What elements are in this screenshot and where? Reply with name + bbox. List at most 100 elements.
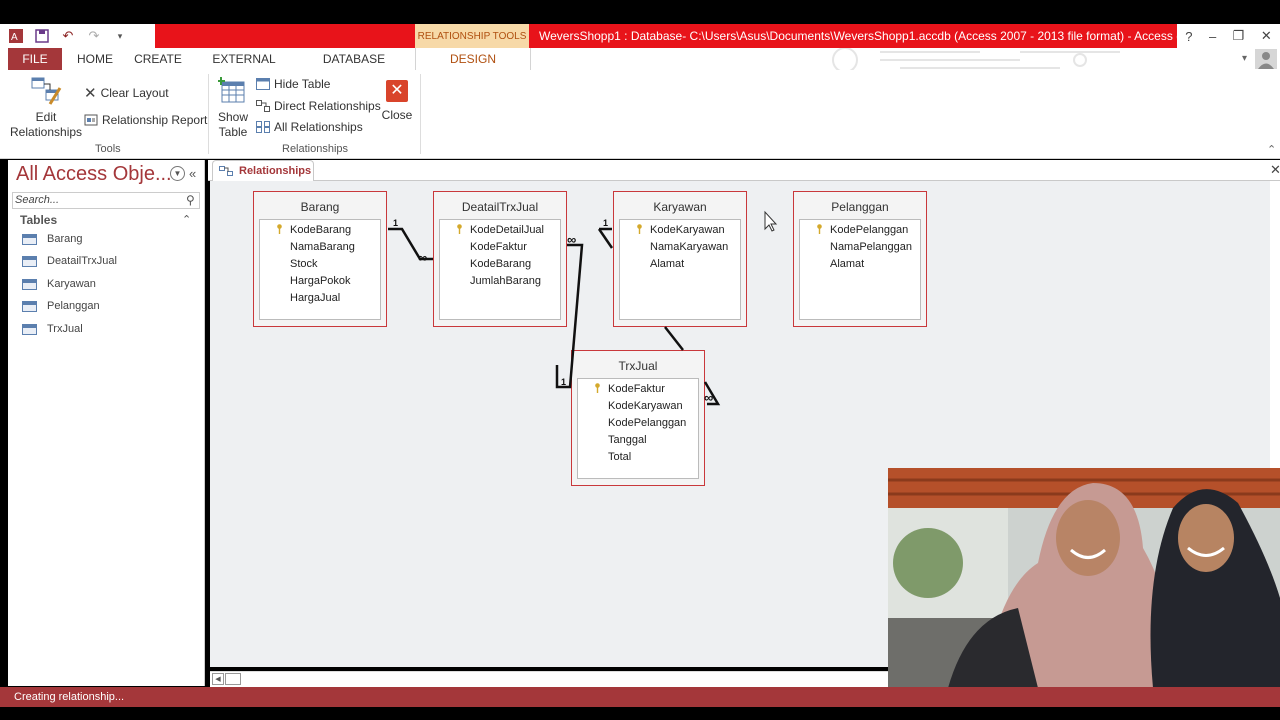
field-name: KodeFaktur	[608, 383, 665, 395]
close-relationships-button[interactable]: ✕ Close	[380, 80, 414, 123]
nav-item-deatailtrxjual[interactable]: DeatailTrxJual	[22, 252, 117, 270]
edit-relationships-icon	[31, 77, 62, 105]
nav-dropdown-icon[interactable]: ▼	[170, 166, 185, 181]
primary-key-icon	[277, 224, 282, 234]
scroll-thumb[interactable]	[225, 673, 241, 685]
primary-key-icon	[637, 224, 642, 234]
table-title: DeatailTrxJual	[461, 200, 539, 214]
horizontal-scrollbar[interactable]	[210, 671, 890, 688]
scroll-left-arrow-icon[interactable]: ◀	[212, 673, 224, 685]
all-relationships-icon	[256, 121, 270, 133]
field-row[interactable]: NamaBarang	[260, 239, 380, 256]
field-name: HargaPokok	[290, 275, 351, 287]
field-row[interactable]: Tanggal	[578, 432, 698, 449]
close-document-icon[interactable]: ✕	[1270, 162, 1280, 178]
nav-item-pelanggan[interactable]: Pelanggan	[22, 297, 100, 315]
table-box-deatailtrxjual[interactable]: DeatailTrxJual KodeDetailJual KodeFaktur…	[433, 191, 567, 327]
field-row[interactable]: KodeBarang	[440, 256, 560, 273]
nav-collapse-icon[interactable]: «	[189, 166, 196, 181]
close-label: Close	[381, 108, 413, 122]
webcam-image	[888, 468, 1280, 688]
relationship-report-label: Relationship Report	[102, 113, 208, 127]
relationships-icon	[219, 166, 233, 176]
field-row[interactable]: Alamat	[800, 256, 920, 273]
field-row[interactable]: KodeFaktur	[440, 239, 560, 256]
field-name: Stock	[290, 258, 318, 270]
field-row[interactable]: NamaKaryawan	[620, 239, 740, 256]
table-box-pelanggan[interactable]: Pelanggan KodePelanggan NamaPelanggan Al…	[793, 191, 927, 327]
relationship-report-button[interactable]: Relationship Report	[84, 113, 207, 127]
nav-search-input[interactable]: Search...	[12, 192, 200, 209]
minimize-icon[interactable]: –	[1209, 29, 1216, 44]
table-icon	[22, 278, 37, 290]
all-relationships-button[interactable]: All Relationships	[256, 120, 363, 134]
nav-item-karyawan[interactable]: Karyawan	[22, 275, 96, 293]
undo-icon[interactable]: ↶	[60, 28, 76, 44]
tab-design[interactable]: DESIGN	[415, 48, 531, 71]
ribbon-options-icon[interactable]: ▾	[1242, 53, 1247, 64]
search-icon[interactable]: ⚲	[186, 193, 195, 207]
hide-table-button[interactable]: Hide Table	[256, 77, 330, 91]
table-box-barang[interactable]: Barang KodeBarang NamaBarang Stock Harga…	[253, 191, 387, 327]
section-collapse-icon[interactable]: ⌃	[182, 213, 191, 226]
field-row[interactable]: HargaPokok	[260, 273, 380, 290]
tab-database-tools[interactable]: DATABASE TOOLS	[302, 48, 406, 88]
tab-home[interactable]: HOME	[70, 48, 120, 70]
field-name: KodeKaryawan	[608, 400, 683, 412]
field-name: Alamat	[650, 258, 685, 270]
save-icon[interactable]	[34, 28, 50, 44]
field-row[interactable]: Stock	[260, 256, 380, 273]
tab-external-data[interactable]: EXTERNAL DATA	[196, 48, 292, 88]
tab-file[interactable]: FILE	[8, 48, 62, 70]
field-name: KodeFaktur	[470, 241, 527, 253]
field-row[interactable]: JumlahBarang	[440, 273, 560, 290]
field-row[interactable]: KodePelanggan	[578, 415, 698, 432]
field-row[interactable]: Total	[578, 449, 698, 466]
field-name: KodeBarang	[290, 224, 352, 236]
nav-item-barang[interactable]: Barang	[22, 230, 82, 248]
field-row[interactable]: KodeKaryawan	[620, 222, 740, 239]
direct-relationships-button[interactable]: Direct Relationships	[256, 99, 381, 113]
direct-relationships-label: Direct Relationships	[274, 99, 381, 113]
nav-section-tables[interactable]: Tables	[20, 213, 57, 227]
help-icon[interactable]: ?	[1185, 29, 1192, 44]
tab-relationships-document[interactable]: Relationships	[212, 160, 314, 181]
clear-layout-label: Clear Layout	[100, 86, 169, 100]
table-icon	[22, 323, 37, 335]
restore-icon[interactable]: ❐	[1233, 28, 1245, 44]
status-bar: Creating relationship...	[0, 687, 1280, 707]
redo-icon[interactable]: ↷	[86, 28, 102, 44]
field-name: NamaPelanggan	[830, 241, 912, 253]
field-name: NamaBarang	[290, 241, 355, 253]
clear-layout-button[interactable]: ✕ Clear Layout	[84, 84, 169, 102]
account-avatar[interactable]	[1255, 49, 1277, 69]
ribbon-separator-2	[420, 74, 421, 154]
table-box-karyawan[interactable]: Karyawan KodeKaryawan NamaKaryawan Alama…	[613, 191, 747, 327]
collapse-ribbon-icon[interactable]: ⌃	[1267, 143, 1276, 156]
field-row[interactable]: Alamat	[620, 256, 740, 273]
nav-item-label: TrxJual	[47, 323, 83, 335]
field-row[interactable]: KodePelanggan	[800, 222, 920, 239]
field-name: NamaKaryawan	[650, 241, 729, 253]
table-box-trxjual[interactable]: TrxJual KodeFaktur KodeKaryawan KodePela…	[571, 350, 705, 486]
field-row[interactable]: KodeKaryawan	[578, 398, 698, 415]
edit-relationships-button[interactable]: Edit Relationships	[10, 76, 82, 140]
close-window-icon[interactable]: ✕	[1261, 28, 1272, 44]
document-tab-bar	[208, 160, 1280, 181]
field-row[interactable]: NamaPelanggan	[800, 239, 920, 256]
nav-pane-title[interactable]: All Access Obje...	[16, 163, 172, 186]
show-table-button[interactable]: Show Table	[214, 76, 252, 140]
tab-create[interactable]: CREATE	[130, 48, 186, 70]
nav-item-trxjual[interactable]: TrxJual	[22, 320, 83, 338]
nav-item-label: Barang	[47, 233, 83, 245]
all-relationships-label: All Relationships	[274, 120, 363, 134]
field-row[interactable]: KodeBarang	[260, 222, 380, 239]
show-table-label-1: Show	[217, 110, 249, 124]
window-title: WeversShopp1 : Database- C:\Users\Asus\D…	[529, 24, 1177, 48]
field-row[interactable]: KodeFaktur	[578, 381, 698, 398]
customize-qat-icon[interactable]: ▾	[112, 28, 128, 44]
field-row[interactable]: KodeDetailJual	[440, 222, 560, 239]
report-icon	[84, 114, 98, 126]
group-relationships-label: Relationships	[282, 143, 349, 155]
field-row[interactable]: HargaJual	[260, 290, 380, 307]
